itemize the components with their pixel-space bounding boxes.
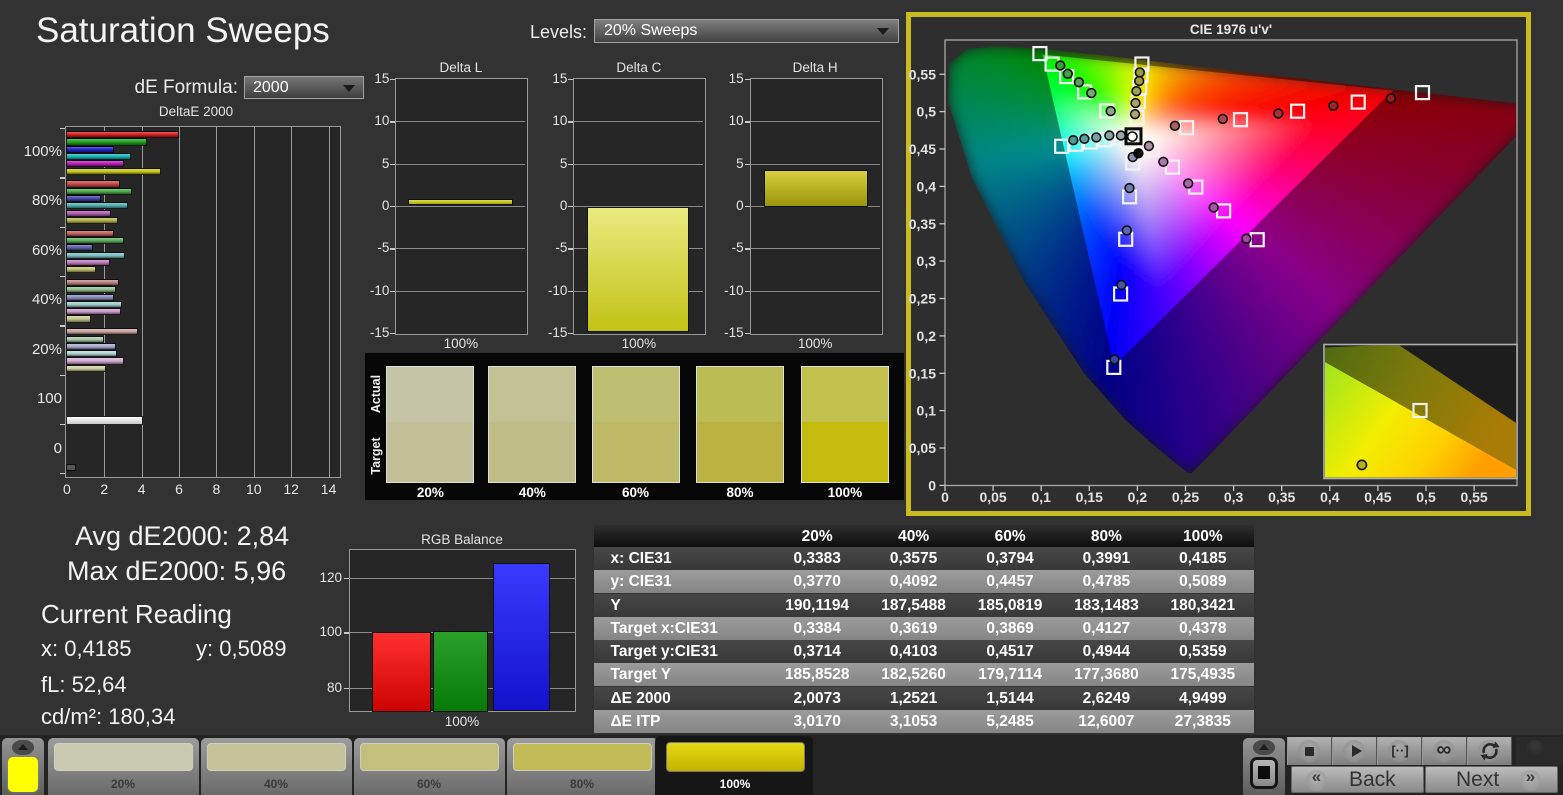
svg-text:0,45: 0,45: [909, 141, 936, 157]
svg-text:0,1: 0,1: [917, 403, 937, 419]
svg-text:0,55: 0,55: [909, 66, 936, 82]
svg-text:0: 0: [941, 489, 949, 505]
svg-text:0,4: 0,4: [917, 178, 937, 194]
svg-text:0,05: 0,05: [909, 440, 936, 456]
svg-text:0,25: 0,25: [1172, 489, 1199, 505]
svg-text:0,1: 0,1: [1031, 489, 1051, 505]
svg-text:0,3: 0,3: [917, 253, 937, 269]
svg-text:CIE 1976 u'v': CIE 1976 u'v': [1190, 22, 1272, 37]
svg-text:0,45: 0,45: [1364, 489, 1391, 505]
svg-text:0,05: 0,05: [979, 489, 1006, 505]
svg-text:0,25: 0,25: [909, 291, 936, 307]
svg-text:0,5: 0,5: [1416, 489, 1436, 505]
svg-text:0,15: 0,15: [909, 365, 936, 381]
svg-text:0,15: 0,15: [1076, 489, 1103, 505]
svg-text:0,35: 0,35: [909, 216, 936, 232]
svg-text:0,2: 0,2: [917, 328, 937, 344]
svg-text:0,3: 0,3: [1224, 489, 1244, 505]
svg-text:0,55: 0,55: [1460, 489, 1487, 505]
svg-text:0,5: 0,5: [917, 104, 937, 120]
svg-text:0,2: 0,2: [1128, 489, 1148, 505]
svg-text:0,35: 0,35: [1268, 489, 1295, 505]
svg-text:0: 0: [928, 477, 936, 493]
svg-text:0,4: 0,4: [1320, 489, 1340, 505]
